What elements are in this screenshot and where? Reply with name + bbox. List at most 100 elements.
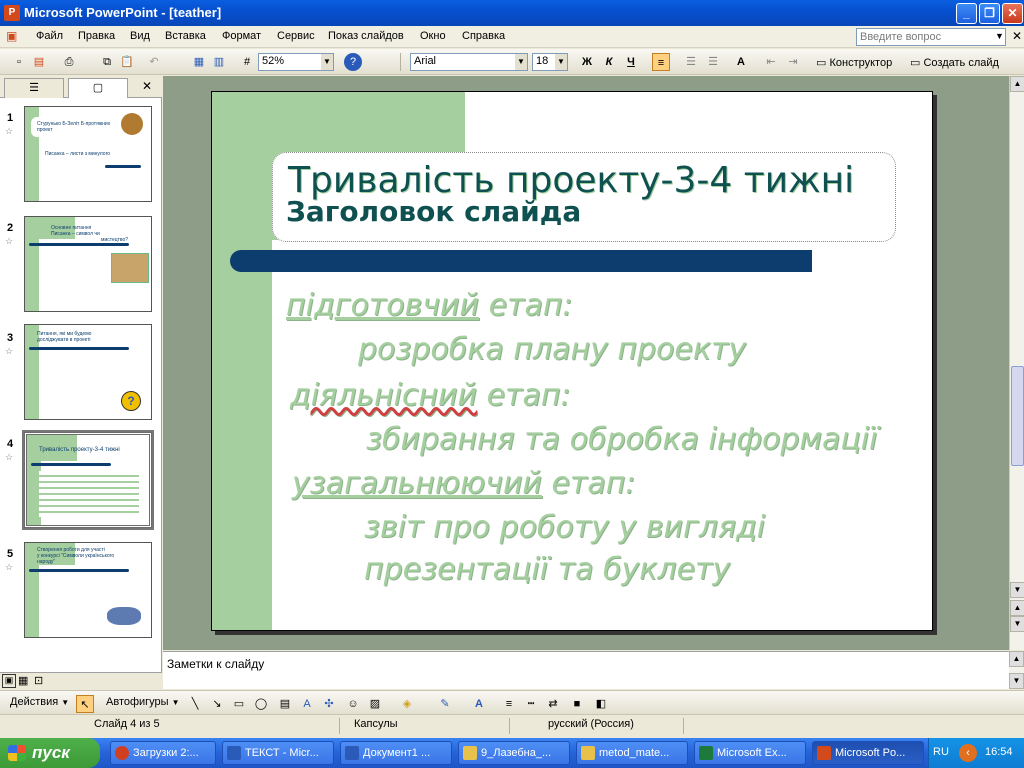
- menu-slideshow[interactable]: Показ слайдов: [328, 30, 404, 42]
- menu-edit[interactable]: Правка: [78, 30, 115, 42]
- menu-tools[interactable]: Сервис: [277, 30, 315, 42]
- slide-thumbnail-3[interactable]: Питання, які ми будемо досліджувати в пр…: [24, 324, 152, 420]
- textbox-icon[interactable]: ▤: [276, 695, 294, 713]
- clipart-icon[interactable]: ☺: [344, 695, 362, 713]
- dash-style-icon[interactable]: ┅: [522, 695, 540, 713]
- numbered-list-icon[interactable]: ☰: [682, 53, 700, 71]
- menu-insert[interactable]: Вставка: [165, 30, 206, 42]
- oval-icon[interactable]: ◯: [252, 695, 270, 713]
- open-icon[interactable]: ▤: [30, 53, 48, 71]
- help-search-input[interactable]: Введите вопрос: [856, 28, 1006, 46]
- autoshapes-menu[interactable]: Автофигуры ▼: [106, 696, 180, 708]
- taskbar-item[interactable]: metod_mate...: [576, 741, 688, 765]
- grid-icon[interactable]: #: [238, 53, 256, 71]
- bullet-list-icon[interactable]: ☰: [704, 53, 722, 71]
- body-line[interactable]: розробка плану проекту: [358, 332, 746, 367]
- close-button[interactable]: ✕: [1002, 3, 1023, 24]
- arrow-style-icon[interactable]: ⇄: [544, 695, 562, 713]
- taskbar-item[interactable]: Загрузки 2:...: [110, 741, 216, 765]
- body-line[interactable]: збирання та обробка інформації: [366, 422, 877, 457]
- zoom-select[interactable]: 52% ▼: [258, 53, 334, 71]
- arrow-icon[interactable]: ↘: [208, 695, 226, 713]
- diagram-icon[interactable]: ✣: [320, 695, 338, 713]
- taskbar-item[interactable]: 9_Лазебна_...: [458, 741, 570, 765]
- slide-canvas[interactable]: Тривалість проекту-3-4 тижні Заголовок с…: [211, 91, 933, 631]
- bold-button[interactable]: Ж: [578, 53, 596, 71]
- menu-file[interactable]: Файл: [36, 30, 63, 42]
- decrease-indent-icon[interactable]: ⇤: [762, 53, 780, 71]
- font-size-select[interactable]: 18 ▼: [532, 53, 568, 71]
- designer-button[interactable]: ▭ Конструктор: [816, 56, 892, 69]
- copy-icon[interactable]: ⧉: [98, 53, 116, 71]
- panel-close-icon[interactable]: ✕: [142, 79, 152, 93]
- new-icon[interactable]: ▫: [10, 53, 28, 71]
- slide-thumbnail-5[interactable]: Створення роботи для участі у конкурсі "…: [24, 542, 152, 638]
- notes-scroll-down-icon[interactable]: ▼: [1009, 673, 1024, 689]
- tab-slides[interactable]: ▢: [68, 78, 128, 98]
- actions-menu[interactable]: Действия ▼: [10, 696, 69, 708]
- doc-close-icon[interactable]: ✕: [1012, 29, 1022, 43]
- body-line[interactable]: звіт про роботу у вигляді: [364, 510, 765, 545]
- line-icon[interactable]: ╲: [186, 695, 204, 713]
- help-icon[interactable]: ?: [344, 53, 362, 71]
- new-slide-button[interactable]: ▭ Создать слайд: [910, 56, 999, 69]
- body-line[interactable]: узагальнюючий етап:: [292, 466, 636, 501]
- menu-view[interactable]: Вид: [130, 30, 150, 42]
- tray-arrow-icon[interactable]: ‹: [959, 744, 977, 762]
- picture-icon[interactable]: ▨: [366, 695, 384, 713]
- taskbar-item[interactable]: ТЕКСТ - Micr...: [222, 741, 334, 765]
- body-line[interactable]: презентації та буклету: [364, 552, 730, 587]
- start-button[interactable]: пуск: [0, 738, 100, 768]
- increase-indent-icon[interactable]: ⇥: [784, 53, 802, 71]
- slide-thumbnail-4[interactable]: Тривалість проекту-3-4 тижні: [22, 430, 154, 530]
- scroll-thumb[interactable]: [1011, 366, 1024, 466]
- align-left-icon[interactable]: ≡: [652, 53, 670, 71]
- help-dropdown-icon[interactable]: ▼: [995, 31, 1004, 41]
- line-style-icon[interactable]: ≡: [500, 695, 518, 713]
- sorter-view-icon[interactable]: ▦: [18, 674, 28, 687]
- paste-icon[interactable]: 📋: [118, 53, 136, 71]
- maximize-button[interactable]: ❐: [979, 3, 1000, 24]
- normal-view-icon[interactable]: ▣: [2, 674, 16, 688]
- font-select[interactable]: Arial ▼: [410, 53, 528, 71]
- document-icon[interactable]: ▣: [6, 29, 17, 43]
- fill-color-icon[interactable]: ◈: [398, 695, 416, 713]
- taskbar-item-active[interactable]: Microsoft Po...: [812, 741, 924, 765]
- minimize-button[interactable]: _: [956, 3, 977, 24]
- wordart-icon[interactable]: A: [298, 695, 316, 713]
- notes-pane[interactable]: Заметки к слайду: [163, 651, 1009, 689]
- taskbar-item[interactable]: Документ1 ...: [340, 741, 452, 765]
- italic-button[interactable]: К: [600, 53, 618, 71]
- scroll-down-icon[interactable]: ▼: [1010, 582, 1024, 598]
- taskbar-item[interactable]: Microsoft Ex...: [694, 741, 806, 765]
- slide-thumbnail-2[interactable]: Основне питання Писанка – символ чи мист…: [24, 216, 152, 312]
- font-grow-icon[interactable]: A: [732, 53, 750, 71]
- next-slide-icon[interactable]: ▼: [1010, 616, 1024, 632]
- select-pointer-icon[interactable]: ↖: [76, 695, 94, 713]
- menu-format[interactable]: Формат: [222, 30, 261, 42]
- underline-button[interactable]: Ч: [622, 53, 640, 71]
- prev-slide-icon[interactable]: ▲: [1010, 600, 1024, 616]
- undo-icon[interactable]: ↶: [145, 53, 163, 71]
- vertical-scrollbar[interactable]: ▲ ▼ ▲ ▼: [1009, 76, 1024, 650]
- tab-outline[interactable]: ☰: [4, 78, 64, 98]
- slideshow-view-icon[interactable]: ⊡: [34, 674, 43, 687]
- language-indicator[interactable]: RU: [933, 746, 949, 758]
- body-line[interactable]: підготовчий етап:: [286, 288, 573, 323]
- 3d-icon[interactable]: ◧: [592, 695, 610, 713]
- powerpoint-app-icon[interactable]: P: [4, 5, 20, 21]
- notes-scroll-up-icon[interactable]: ▲: [1009, 651, 1024, 667]
- notes-scrollbar[interactable]: ▲ ▼: [1009, 651, 1024, 689]
- body-line[interactable]: діяльнісний етап:: [290, 378, 571, 413]
- insert-chart-icon[interactable]: ▦: [190, 53, 208, 71]
- print-icon[interactable]: ⎙: [60, 53, 78, 71]
- scroll-up-icon[interactable]: ▲: [1010, 76, 1024, 92]
- menu-help[interactable]: Справка: [462, 30, 505, 42]
- font-color-icon[interactable]: A: [470, 695, 488, 713]
- menu-window[interactable]: Окно: [420, 30, 446, 42]
- rectangle-icon[interactable]: ▭: [230, 695, 248, 713]
- line-color-icon[interactable]: ✎: [436, 695, 454, 713]
- shadow-icon[interactable]: ■: [568, 695, 586, 713]
- insert-table-icon[interactable]: ▥: [210, 53, 228, 71]
- slide-thumbnail-1[interactable]: Стурунько Б-Зеліт Б-протяжних проект Пис…: [24, 106, 152, 202]
